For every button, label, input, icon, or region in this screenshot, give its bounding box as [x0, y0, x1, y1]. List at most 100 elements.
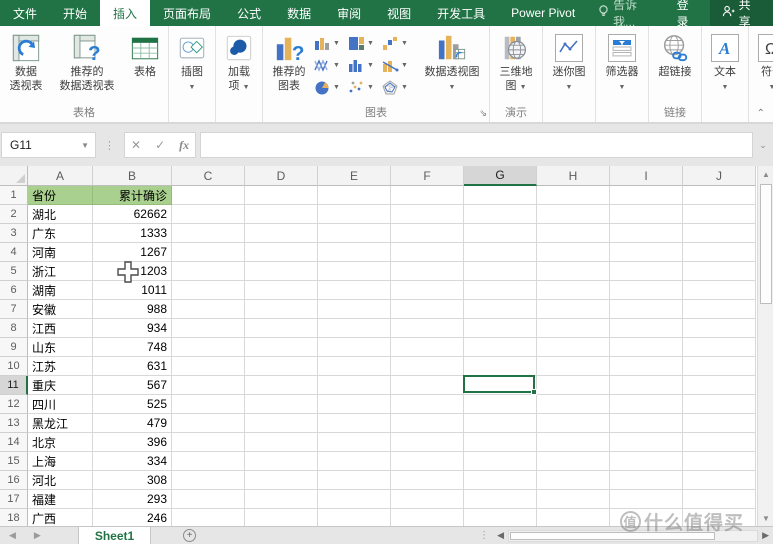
- cell-I13[interactable]: [610, 414, 683, 433]
- cell-H9[interactable]: [537, 338, 610, 357]
- cell-E12[interactable]: [318, 395, 391, 414]
- cell-F9[interactable]: [391, 338, 464, 357]
- hscroll-right-icon[interactable]: ▶: [758, 530, 773, 541]
- cell-H11[interactable]: [537, 376, 610, 395]
- cell-C9[interactable]: [172, 338, 245, 357]
- vertical-scroll-thumb[interactable]: [760, 184, 772, 304]
- cell-F13[interactable]: [391, 414, 464, 433]
- expand-formula-bar-icon[interactable]: ⌄: [753, 140, 773, 151]
- cell-E2[interactable]: [318, 205, 391, 224]
- cell-B4[interactable]: 1267: [93, 243, 172, 262]
- cell-E11[interactable]: [318, 376, 391, 395]
- cell-G4[interactable]: [464, 243, 537, 262]
- cell-E6[interactable]: [318, 281, 391, 300]
- cell-D14[interactable]: [245, 433, 318, 452]
- cell-D2[interactable]: [245, 205, 318, 224]
- cell-J15[interactable]: [683, 452, 756, 471]
- row-header-10[interactable]: 10: [0, 357, 28, 376]
- cell-G12[interactable]: [464, 395, 537, 414]
- cell-E7[interactable]: [318, 300, 391, 319]
- cell-E14[interactable]: [318, 433, 391, 452]
- cell-E4[interactable]: [318, 243, 391, 262]
- cell-C17[interactable]: [172, 490, 245, 509]
- tab-power-pivot[interactable]: Power Pivot: [498, 0, 588, 26]
- cell-B13[interactable]: 479: [93, 414, 172, 433]
- cell-J10[interactable]: [683, 357, 756, 376]
- cell-H10[interactable]: [537, 357, 610, 376]
- row-header-4[interactable]: 4: [0, 243, 28, 262]
- cell-F17[interactable]: [391, 490, 464, 509]
- horizontal-scrollbar[interactable]: [508, 530, 758, 542]
- cell-B3[interactable]: 1333: [93, 224, 172, 243]
- cell-C3[interactable]: [172, 224, 245, 243]
- formula-input[interactable]: [200, 132, 753, 158]
- horizontal-scroll-thumb[interactable]: [510, 532, 715, 540]
- cell-J13[interactable]: [683, 414, 756, 433]
- text-button[interactable]: A 文本▼: [703, 28, 747, 94]
- scroll-down-icon[interactable]: ▼: [758, 510, 773, 526]
- row-header-5[interactable]: 5: [0, 262, 28, 281]
- row-header-2[interactable]: 2: [0, 205, 28, 224]
- cell-C5[interactable]: [172, 262, 245, 281]
- cell-J2[interactable]: [683, 205, 756, 224]
- cell-C10[interactable]: [172, 357, 245, 376]
- cell-B5[interactable]: 1203: [93, 262, 172, 281]
- cell-D17[interactable]: [245, 490, 318, 509]
- pivotchart-button[interactable]: 数据透视图▼: [416, 28, 488, 94]
- cell-A2[interactable]: 湖北: [28, 205, 93, 224]
- vertical-scrollbar[interactable]: ▲ ▼: [757, 166, 773, 526]
- cell-G7[interactable]: [464, 300, 537, 319]
- cell-E17[interactable]: [318, 490, 391, 509]
- column-header-D[interactable]: D: [245, 166, 318, 186]
- table-button[interactable]: 表格: [123, 28, 167, 79]
- cell-F11[interactable]: [391, 376, 464, 395]
- column-header-G[interactable]: G: [464, 166, 537, 186]
- hyperlink-button[interactable]: 超链接: [650, 28, 700, 79]
- cell-E9[interactable]: [318, 338, 391, 357]
- row-header-13[interactable]: 13: [0, 414, 28, 433]
- cell-A6[interactable]: 湖南: [28, 281, 93, 300]
- column-chart-button[interactable]: ▼: [314, 32, 348, 54]
- cell-H5[interactable]: [537, 262, 610, 281]
- tab-scrollbar-splitter[interactable]: ⋮: [475, 530, 493, 541]
- cell-E8[interactable]: [318, 319, 391, 338]
- insert-function-icon[interactable]: fx: [179, 138, 189, 153]
- cell-H12[interactable]: [537, 395, 610, 414]
- row-header-17[interactable]: 17: [0, 490, 28, 509]
- sheet-tab-sheet1[interactable]: Sheet1: [78, 527, 151, 544]
- pivottable-button[interactable]: 数据透视表: [1, 28, 51, 94]
- cell-B2[interactable]: 62662: [93, 205, 172, 224]
- cell-G16[interactable]: [464, 471, 537, 490]
- row-header-1[interactable]: 1: [0, 186, 28, 205]
- formula-bar-splitter[interactable]: ⋮: [96, 139, 124, 152]
- add-ins-button[interactable]: 加载项 ▼: [217, 28, 261, 94]
- cell-G2[interactable]: [464, 205, 537, 224]
- cell-I16[interactable]: [610, 471, 683, 490]
- statistic-chart-button[interactable]: ▼: [348, 54, 382, 76]
- cell-B1[interactable]: 累计确诊: [93, 186, 172, 205]
- cell-B18[interactable]: 246: [93, 509, 172, 526]
- cell-A3[interactable]: 广东: [28, 224, 93, 243]
- cell-I1[interactable]: [610, 186, 683, 205]
- cell-D6[interactable]: [245, 281, 318, 300]
- cell-H3[interactable]: [537, 224, 610, 243]
- cell-C11[interactable]: [172, 376, 245, 395]
- tab-review[interactable]: 审阅: [324, 0, 374, 26]
- row-header-8[interactable]: 8: [0, 319, 28, 338]
- cell-D16[interactable]: [245, 471, 318, 490]
- cell-H14[interactable]: [537, 433, 610, 452]
- row-header-6[interactable]: 6: [0, 281, 28, 300]
- hscroll-left-icon[interactable]: ◀: [493, 530, 508, 541]
- cell-I12[interactable]: [610, 395, 683, 414]
- cell-A18[interactable]: 广西: [28, 509, 93, 526]
- cell-F16[interactable]: [391, 471, 464, 490]
- cell-B9[interactable]: 748: [93, 338, 172, 357]
- cell-D15[interactable]: [245, 452, 318, 471]
- cell-A15[interactable]: 上海: [28, 452, 93, 471]
- row-header-16[interactable]: 16: [0, 471, 28, 490]
- cell-H6[interactable]: [537, 281, 610, 300]
- cell-G13[interactable]: [464, 414, 537, 433]
- tab-home[interactable]: 开始: [50, 0, 100, 26]
- column-header-B[interactable]: B: [93, 166, 172, 186]
- tab-developer[interactable]: 开发工具: [424, 0, 498, 26]
